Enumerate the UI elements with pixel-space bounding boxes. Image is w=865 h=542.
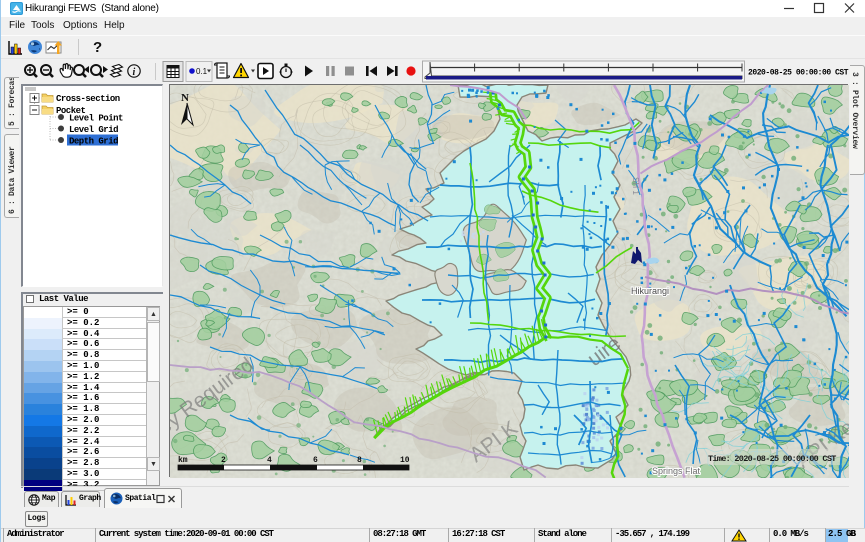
svg-text:8: 8 (357, 456, 362, 465)
svg-text:?: ? (93, 39, 102, 56)
svg-text:3 : Plot Overview: 3 : Plot Overview (850, 72, 859, 149)
svg-text:N: N (181, 92, 189, 104)
svg-text:10: 10 (400, 456, 410, 465)
svg-text:Cross-section: Cross-section (56, 94, 120, 104)
svg-text:i: i (133, 67, 136, 78)
svg-text:0.1: 0.1 (196, 67, 208, 76)
svg-text:4: 4 (267, 456, 272, 465)
svg-text:km: km (178, 456, 188, 465)
svg-text:Depth Grid: Depth Grid (69, 137, 118, 147)
svg-text:5 : Forecast: 5 : Forecast (8, 78, 17, 126)
svg-text:Springs Flat: Springs Flat (652, 466, 701, 476)
svg-text:Time: 2020-08-25 00:00:00 CST: Time: 2020-08-25 00:00:00 CST (708, 454, 836, 464)
svg-text:Hikurangi: Hikurangi (631, 286, 669, 296)
svg-text:Level Grid: Level Grid (69, 125, 118, 135)
svg-text:SH 1: SH 1 (631, 177, 640, 195)
svg-text:2020-08-25 00:00:00 CST: 2020-08-25 00:00:00 CST (748, 69, 849, 78)
svg-text:6: 6 (313, 456, 318, 465)
svg-text:2: 2 (221, 456, 226, 465)
svg-text:Level Point: Level Point (69, 114, 123, 124)
svg-text:6 : Data Viewer: 6 : Data Viewer (8, 146, 17, 214)
